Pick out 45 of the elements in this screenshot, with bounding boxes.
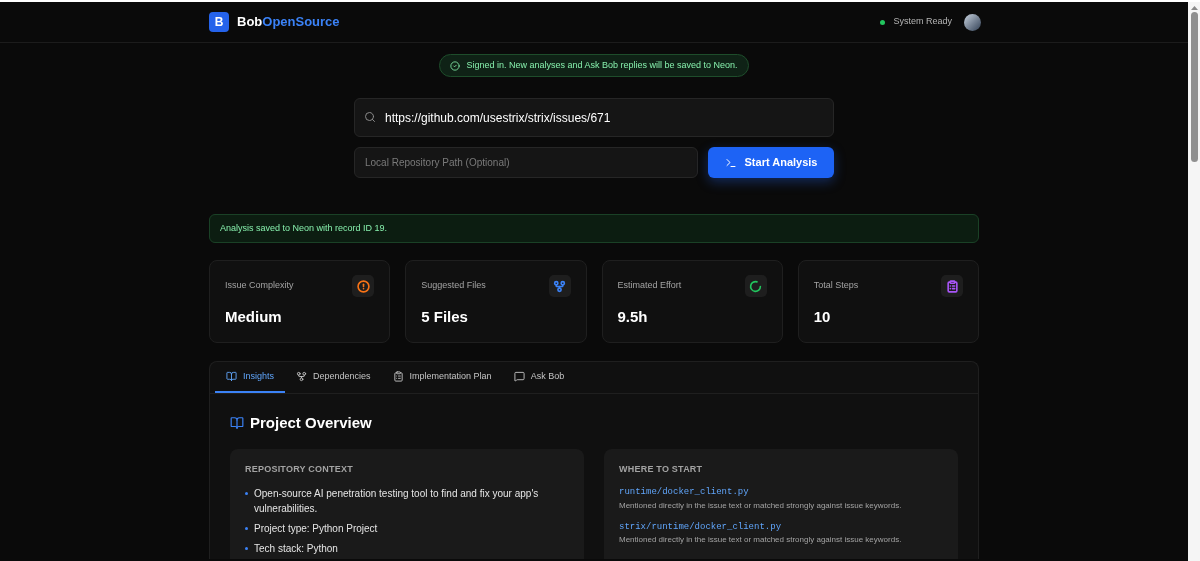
tab[interactable]: Implementation Plan xyxy=(381,362,503,393)
book-icon xyxy=(230,416,244,431)
stat-label: Suggested Files xyxy=(421,279,486,293)
path-field[interactable]: Local Repository Path (Optional) xyxy=(354,147,698,178)
stat-value: 10 xyxy=(813,307,832,327)
scroll-up-arrow-icon[interactable] xyxy=(1190,6,1198,10)
brand-name: BobOpenSource xyxy=(237,13,340,32)
avatar[interactable] xyxy=(964,13,981,31)
scrollbar-thumb[interactable] xyxy=(1190,12,1198,162)
tab[interactable]: Dependencies xyxy=(285,362,382,393)
file-reason: Mentioned directly in the issue text or matched strongly against issue keywords. xyxy=(619,499,903,512)
check-circle-icon xyxy=(450,60,461,71)
search-icon xyxy=(364,111,376,123)
section-title: Project Overview xyxy=(250,413,372,433)
context-item: Project type: Python Project xyxy=(254,522,378,536)
card-heading: REPOSITORY CONTEXT xyxy=(245,462,354,476)
start-analysis-button[interactable]: Start Analysis xyxy=(708,147,834,178)
file-path-link[interactable]: runtime/docker_client.py xyxy=(619,486,943,500)
stat-label: Total Steps xyxy=(813,279,859,293)
book-icon xyxy=(226,371,237,382)
file-reason: Mentioned directly in the issue text or matched strongly against issue keywords. xyxy=(619,534,903,546)
branch-icon xyxy=(296,371,308,382)
bullet-icon xyxy=(245,492,248,495)
tab[interactable]: Insights xyxy=(215,362,286,393)
tab[interactable]: Ask Bob xyxy=(502,362,576,393)
stat-value: 9.5h xyxy=(617,307,649,327)
bullet-icon xyxy=(245,547,248,550)
stat-value: Medium xyxy=(225,307,283,327)
stat-label: Issue Complexity xyxy=(225,279,294,293)
saved-banner: Analysis saved to Neon with record ID 19. xyxy=(209,214,979,243)
status-text: System Ready xyxy=(893,15,952,29)
terminal-icon xyxy=(724,156,737,169)
context-item: Tech stack: Python xyxy=(254,542,338,556)
bullet-icon xyxy=(245,527,248,530)
file-path-link[interactable]: strix/runtime/docker_client.py xyxy=(619,520,943,534)
chat-icon xyxy=(513,371,525,382)
scrollbar[interactable] xyxy=(1188,2,1200,561)
stat-label: Estimated Effort xyxy=(617,279,682,293)
context-item: Open-source AI penetration testing tool to find and fix your app's vulnerabilities. xyxy=(254,487,540,516)
card-heading: WHERE TO START xyxy=(619,462,704,476)
url-field[interactable]: https://github.com/usestrix/strix/issues/671 xyxy=(354,98,834,137)
logo-badge: B xyxy=(209,12,229,32)
stat-value: 5 Files xyxy=(421,307,469,327)
signed-in-banner: Signed in. New analyses and Ask Bob replies will be saved to Neon. xyxy=(439,54,749,77)
clipboard-icon xyxy=(392,371,404,382)
